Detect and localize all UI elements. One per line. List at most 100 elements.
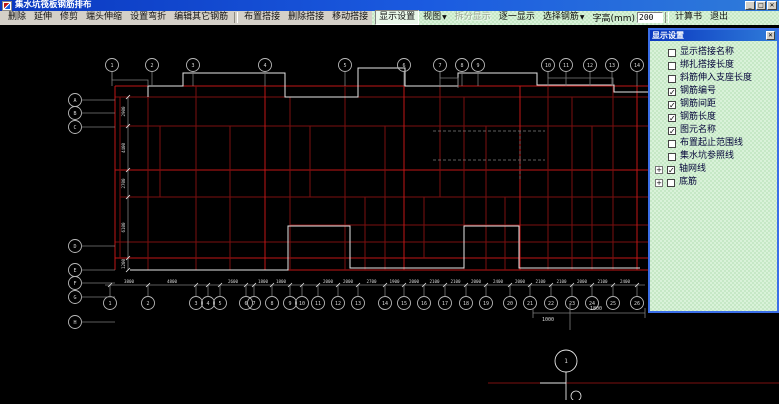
toolbar-button-4[interactable]: 设置弯折 bbox=[126, 11, 170, 24]
checkbox-3[interactable]: ✓ bbox=[668, 87, 676, 96]
axis-bubble-bottom-label: 2 bbox=[146, 301, 149, 307]
display-settings-panel: 显示设置 ✕ 显示搭接名称 绑扎搭接长度 斜筋伸入支座长度 ✓ 钢筋编号 ✓ 钢筋间距 ✓ 钢筋… bbox=[648, 28, 779, 313]
panel-item-7: 布置起止范围线 bbox=[654, 137, 775, 150]
toolbar-button-9[interactable]: 退出 bbox=[706, 11, 732, 24]
checkbox-label: 钢筋间距 bbox=[680, 99, 717, 109]
checkbox-0[interactable] bbox=[668, 48, 676, 57]
toolbar-button-3[interactable]: 端头伸缩 bbox=[82, 11, 126, 24]
panel-item-0: 显示搭接名称 bbox=[654, 46, 775, 59]
axis-bubble-bottom-label: 10 bbox=[299, 301, 305, 307]
rebar-polyline bbox=[147, 67, 648, 98]
checkbox-1[interactable] bbox=[668, 61, 676, 70]
checkbox-7[interactable] bbox=[668, 139, 676, 148]
dimension-text: 2000 bbox=[409, 279, 420, 284]
dimension-text: 2000 bbox=[515, 279, 526, 284]
toolbar-button-3[interactable]: 逐一显示 bbox=[495, 11, 539, 24]
toolbar-right-group: 显示设置视图▼拆分显示逐一显示选择钢筋▼字高(mm) 计算书退出 bbox=[372, 10, 779, 25]
checkbox-10[interactable] bbox=[667, 178, 675, 187]
axis-bubble-left-label: E bbox=[73, 268, 76, 274]
font-height-input[interactable] bbox=[637, 12, 664, 23]
dimension-text: 1800 bbox=[590, 306, 602, 312]
axis-bubble-top-label: 10 bbox=[545, 63, 551, 69]
checkbox-label: 钢筋编号 bbox=[680, 86, 717, 96]
dimension-text: 2100 bbox=[450, 279, 461, 284]
axis-bubble-bottom-label: 9 bbox=[288, 301, 291, 307]
axis-bubble-bottom-label: 15 bbox=[401, 301, 407, 307]
checkbox-6[interactable]: ✓ bbox=[668, 126, 676, 135]
axis-bubble-bottom-label: 26 bbox=[634, 301, 640, 307]
toolbar-button-0[interactable]: 显示设置 bbox=[375, 10, 420, 25]
checkbox-label: 图元名称 bbox=[680, 125, 717, 135]
toolbar-button-8[interactable]: 删除搭接 bbox=[284, 11, 328, 24]
dimension-text: 2900 bbox=[121, 106, 126, 117]
axis-bubble-bottom-label: 6 bbox=[244, 301, 247, 307]
toolbar-button-2[interactable]: 修剪 bbox=[56, 11, 82, 24]
checkbox-8[interactable] bbox=[668, 152, 676, 161]
leader-elbow bbox=[111, 72, 149, 86]
app-icon bbox=[2, 0, 12, 11]
axis-bubble-top-label: 2 bbox=[150, 63, 153, 69]
dimension-text: 2000 bbox=[577, 279, 588, 284]
dimension-text: 2100 bbox=[597, 279, 608, 284]
dimension-text: 6100 bbox=[121, 222, 126, 233]
panel-item-4: ✓ 钢筋间距 bbox=[654, 98, 775, 111]
axis-bubble-bottom-label: 18 bbox=[463, 301, 469, 307]
toolbar-button-1[interactable]: 视图▼ bbox=[419, 11, 451, 24]
axis-bubble-top-label: 7 bbox=[438, 63, 441, 69]
axis-bubble-top-label: 11 bbox=[563, 63, 569, 69]
checkbox-5[interactable]: ✓ bbox=[668, 113, 676, 122]
axis-bubble-bottom-label: 22 bbox=[548, 301, 554, 307]
toolbar-button-4[interactable]: 选择钢筋▼ bbox=[539, 11, 589, 24]
checkbox-label: 绑扎搭接长度 bbox=[680, 60, 735, 70]
toolbar-button-1[interactable]: 延伸 bbox=[30, 11, 56, 24]
checkbox-label: 显示搭接名称 bbox=[680, 47, 735, 57]
axis-bubble-bottom-label: 1 bbox=[108, 301, 111, 307]
dimension-text: 2700 bbox=[366, 279, 377, 284]
axis-bubble-left-label: F bbox=[73, 281, 76, 287]
axis-bubble-left-label: C bbox=[73, 125, 76, 131]
axis-bubble-top-label: 4 bbox=[263, 63, 266, 69]
toolbar-button-2: 拆分显示 bbox=[454, 12, 491, 22]
axis-bubble-bottom-label: 13 bbox=[355, 301, 361, 307]
axis-bubble-left-label: B bbox=[73, 111, 76, 117]
axis-bubble-bottom-label: 7 bbox=[252, 301, 255, 307]
panel-close-icon[interactable]: ✕ bbox=[766, 31, 775, 40]
dimension-text: 2000 bbox=[471, 279, 482, 284]
dimension-text: 2000 bbox=[323, 279, 334, 284]
toolbar-button-0[interactable]: 删除 bbox=[4, 11, 30, 24]
checkbox-label: 布置起止范围线 bbox=[680, 138, 744, 148]
panel-title: 显示设置 bbox=[652, 31, 684, 40]
axis-bubble-bottom-label: 25 bbox=[610, 301, 616, 307]
axis-bubble-top-label: 9 bbox=[476, 63, 479, 69]
close-button[interactable]: ✕ bbox=[767, 1, 777, 10]
axis-bubble-bottom-label: 19 bbox=[483, 301, 489, 307]
dimension-text: 1800 bbox=[276, 279, 287, 284]
checkbox-9[interactable]: ✓ bbox=[667, 165, 675, 174]
toolbar-button-7[interactable]: 布置搭接 bbox=[240, 11, 284, 24]
axis-bubble-left-label: G bbox=[73, 295, 76, 301]
axis-bubble-bottom-label: 16 bbox=[421, 301, 427, 307]
checkbox-2[interactable] bbox=[668, 74, 676, 83]
toolbar-button-8[interactable]: 计算书 bbox=[671, 11, 706, 24]
tree-expand-icon[interactable]: + bbox=[655, 178, 663, 187]
toolbar-button-9[interactable]: 移动搭接 bbox=[328, 11, 372, 24]
maximize-button[interactable]: □ bbox=[756, 1, 766, 10]
panel-item-1: 绑扎搭接长度 bbox=[654, 59, 775, 72]
toolbar-button-5[interactable]: 编辑其它钢筋 bbox=[170, 11, 232, 24]
axis-bubble-top-label: 14 bbox=[634, 63, 640, 69]
chevron-down-icon: ▼ bbox=[442, 14, 447, 21]
minimize-button[interactable]: _ bbox=[745, 1, 755, 10]
checkbox-label: 底筋 bbox=[679, 177, 698, 187]
checkbox-label: 集水坑参照线 bbox=[680, 151, 735, 161]
dimension-text: 2100 bbox=[429, 279, 440, 284]
tree-expand-icon[interactable]: + bbox=[655, 165, 663, 174]
axis-bubble-bottom-label: 20 bbox=[507, 301, 513, 307]
dimension-text: 2100 bbox=[535, 279, 546, 284]
toolbar-separator bbox=[665, 12, 670, 23]
panel-title-bar[interactable]: 显示设置 ✕ bbox=[650, 30, 777, 41]
checkbox-label: 轴网线 bbox=[679, 164, 707, 174]
chevron-down-icon: ▼ bbox=[579, 14, 585, 21]
panel-item-3: ✓ 钢筋编号 bbox=[654, 85, 775, 98]
checkbox-4[interactable]: ✓ bbox=[668, 100, 676, 109]
axis-bubble-bottom-label: 3 bbox=[194, 301, 197, 307]
